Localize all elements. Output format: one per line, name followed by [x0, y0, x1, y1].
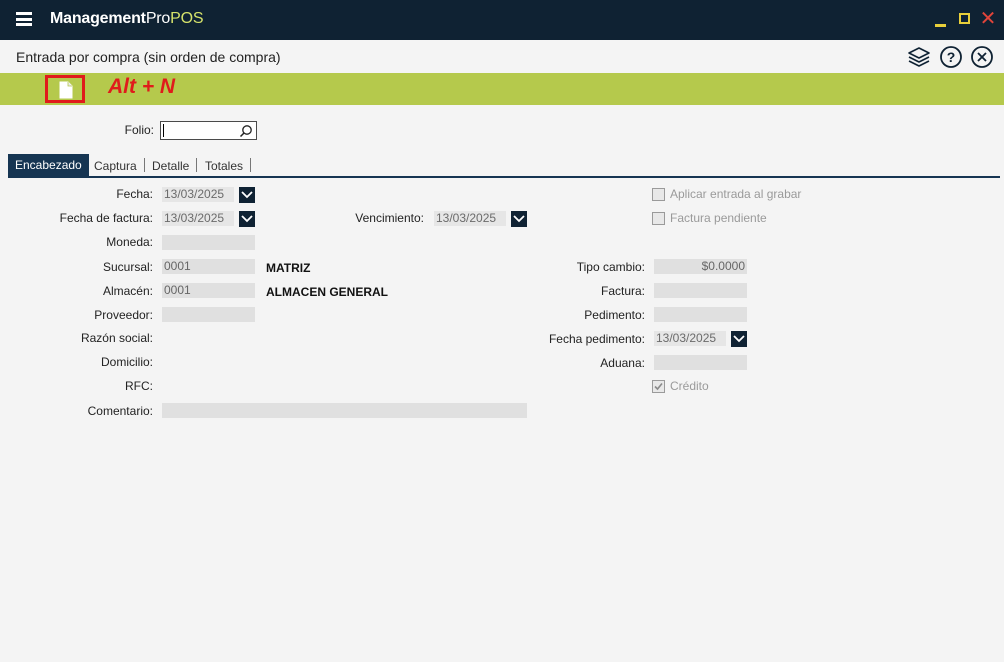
- factura-pendiente-checkbox[interactable]: [652, 212, 665, 225]
- app-name-accent: POS: [170, 10, 204, 27]
- layers-icon[interactable]: [907, 45, 931, 69]
- fecha-pedimento-label: Fecha pedimento:: [548, 332, 645, 346]
- proveedor-field[interactable]: [162, 307, 255, 322]
- chevron-down-icon: [241, 191, 253, 199]
- comentario-label: Comentario:: [87, 404, 153, 418]
- sucursal-label: Sucursal:: [102, 260, 153, 274]
- search-icon[interactable]: [239, 124, 253, 138]
- tipo-cambio-field[interactable]: $0.0000: [654, 259, 747, 274]
- vencimiento-picker-button[interactable]: [511, 211, 527, 227]
- chevron-down-icon: [513, 215, 525, 223]
- fecha-label: Fecha:: [116, 187, 153, 201]
- title-bar: ManagementProPOS ✕: [0, 0, 1004, 40]
- tab-totales[interactable]: Totales: [201, 156, 247, 176]
- almacen-label: Almacén:: [102, 284, 153, 298]
- credito-checkbox[interactable]: [652, 380, 665, 393]
- pedimento-field[interactable]: [654, 307, 747, 322]
- app-name-regular: Pro: [145, 10, 171, 27]
- chevron-down-icon: [241, 215, 253, 223]
- vencimiento-field[interactable]: 13/03/2025: [434, 211, 506, 226]
- proveedor-label: Proveedor:: [94, 308, 153, 322]
- app-name-bold: Management: [50, 10, 146, 27]
- close-window-icon[interactable]: ✕: [978, 9, 998, 29]
- credito-label: Crédito: [670, 379, 709, 393]
- sucursal-name: MATRIZ: [266, 261, 311, 275]
- form-title: Entrada por compra (sin orden de compra): [16, 49, 281, 65]
- fecha-field[interactable]: 13/03/2025: [162, 187, 234, 202]
- tab-encabezado[interactable]: Encabezado: [8, 154, 89, 176]
- close-circle-icon[interactable]: [970, 45, 994, 69]
- fecha-pedimento-field[interactable]: 13/03/2025: [654, 331, 726, 346]
- fecha-factura-label: Fecha de factura:: [59, 211, 153, 225]
- aplicar-entrada-checkbox[interactable]: [652, 188, 665, 201]
- aduana-label: Aduana:: [600, 356, 645, 370]
- check-icon: [654, 382, 663, 391]
- action-toolbar: Alt + N: [0, 73, 1004, 105]
- factura-label: Factura:: [600, 284, 645, 298]
- hamburger-menu-icon[interactable]: [16, 12, 32, 26]
- tab-bar: Encabezado Captura Detalle Totales: [8, 154, 1000, 178]
- shortcut-hint: Alt + N: [108, 75, 176, 98]
- almacen-name: ALMACEN GENERAL: [266, 285, 388, 299]
- moneda-label: Moneda:: [106, 235, 153, 249]
- tab-captura[interactable]: Captura: [90, 156, 141, 176]
- pedimento-label: Pedimento:: [584, 308, 645, 322]
- folio-label: Folio:: [124, 123, 154, 137]
- new-document-icon: [59, 81, 73, 99]
- chevron-down-icon: [733, 335, 745, 343]
- rfc-label: RFC:: [125, 379, 153, 393]
- aduana-field[interactable]: [654, 355, 747, 370]
- factura-pendiente-label: Factura pendiente: [670, 211, 767, 225]
- folio-input[interactable]: [160, 121, 257, 140]
- fecha-picker-button[interactable]: [239, 187, 255, 203]
- fecha-pedimento-picker-button[interactable]: [731, 331, 747, 347]
- razon-social-label: Razón social:: [80, 331, 153, 345]
- app-title: ManagementProPOS: [50, 10, 204, 28]
- svg-text:?: ?: [947, 49, 956, 65]
- tipo-cambio-label: Tipo cambio:: [576, 260, 645, 274]
- moneda-field[interactable]: [162, 235, 255, 250]
- sucursal-code-field[interactable]: 0001: [162, 259, 255, 274]
- comentario-field[interactable]: [162, 403, 527, 418]
- fecha-factura-picker-button[interactable]: [239, 211, 255, 227]
- almacen-code-field[interactable]: 0001: [162, 283, 255, 298]
- vencimiento-label: Vencimiento:: [355, 211, 424, 225]
- factura-field[interactable]: [654, 283, 747, 298]
- aplicar-entrada-label: Aplicar entrada al grabar: [670, 187, 802, 201]
- tab-detalle[interactable]: Detalle: [148, 156, 193, 176]
- new-document-button[interactable]: [45, 75, 85, 103]
- fecha-factura-field[interactable]: 13/03/2025: [162, 211, 234, 226]
- help-icon[interactable]: ?: [939, 45, 963, 69]
- domicilio-label: Domicilio:: [100, 355, 153, 369]
- form-header: Entrada por compra (sin orden de compra)…: [0, 40, 1004, 73]
